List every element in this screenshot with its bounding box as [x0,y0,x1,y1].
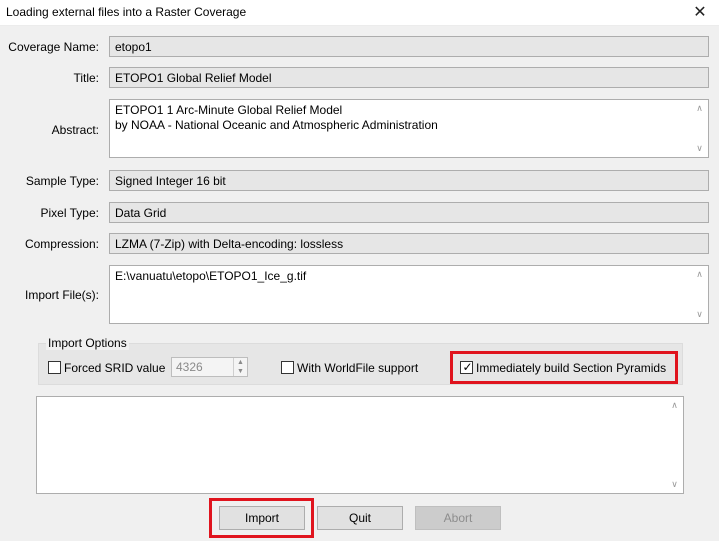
abstract-label: Abstract: [51,123,99,137]
abstract-line: ETOPO1 1 Arc-Minute Global Relief Model [115,103,343,117]
import-options-label: Import Options [46,336,129,350]
forced-srid-label[interactable]: Forced SRID value [64,361,165,375]
window-title: Loading external files into a Raster Cov… [6,5,247,19]
srid-spin-arrows[interactable]: ▲ ▼ [233,358,247,376]
scroll-down-icon[interactable]: ∨ [691,140,708,157]
import-file-line: E:\vanuatu\etopo\ETOPO1_Ice_g.tif [115,269,307,283]
coverage-name-field[interactable]: etopo1 [109,36,709,57]
scroll-up-icon[interactable]: ∧ [666,397,683,414]
worldfile-label[interactable]: With WorldFile support [297,361,418,375]
scroll-up-icon[interactable]: ∧ [691,100,708,117]
srid-spinbox[interactable]: 4326 ▲ ▼ [171,357,248,377]
import-files-label: Import File(s): [24,288,99,302]
sample-type-label: Sample Type: [25,174,99,188]
scroll-down-icon[interactable]: ∨ [691,306,708,323]
coverage-name-label: Coverage Name: [8,40,99,54]
pixel-type-label: Pixel Type: [40,206,99,220]
pixel-type-field[interactable]: Data Grid [109,202,709,223]
pyramids-checkbox[interactable]: ✓ [460,360,473,374]
title-label: Title: [73,71,99,85]
srid-value: 4326 [176,360,203,374]
close-icon[interactable]: ✕ [687,2,713,24]
log-textarea[interactable]: ∧ ∨ [36,396,684,494]
worldfile-checkbox[interactable] [281,361,294,374]
import-button[interactable]: Import [219,506,305,530]
abstract-textarea[interactable]: ETOPO1 1 Arc-Minute Global Relief Model … [109,99,709,158]
log-scrollbar[interactable]: ∧ ∨ [666,397,683,493]
import-files-scrollbar[interactable]: ∧ ∨ [691,266,708,323]
scroll-up-icon[interactable]: ∧ [691,266,708,283]
abstract-line: by NOAA - National Oceanic and Atmospher… [115,118,438,132]
compression-label: Compression: [24,237,99,251]
spin-down-icon[interactable]: ▼ [234,367,247,376]
compression-field[interactable]: LZMA (7-Zip) with Delta-encoding: lossle… [109,233,709,254]
scroll-down-icon[interactable]: ∨ [666,476,683,493]
title-field[interactable]: ETOPO1 Global Relief Model [109,67,709,88]
window-titlebar: Loading external files into a Raster Cov… [0,0,719,26]
import-files-textarea[interactable]: E:\vanuatu\etopo\ETOPO1_Ice_g.tif ∧ ∨ [109,265,709,324]
forced-srid-checkbox[interactable] [48,361,61,374]
spin-up-icon[interactable]: ▲ [234,358,247,367]
quit-button[interactable]: Quit [317,506,403,530]
abort-button[interactable]: Abort [415,506,501,530]
abstract-scrollbar[interactable]: ∧ ∨ [691,100,708,157]
sample-type-field[interactable]: Signed Integer 16 bit [109,170,709,191]
check-icon: ✓ [462,360,473,374]
pyramids-label[interactable]: Immediately build Section Pyramids [476,361,666,375]
